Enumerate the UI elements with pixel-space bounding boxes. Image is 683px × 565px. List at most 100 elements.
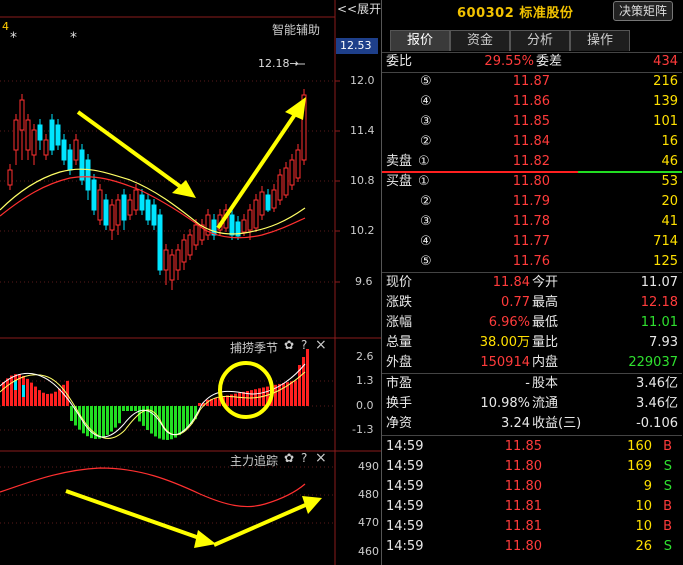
order-book-row: 买盘 ① 11.80 53 bbox=[382, 172, 682, 192]
tab-quote[interactable]: 报价 bbox=[390, 30, 450, 51]
candle bbox=[61, 139, 67, 161]
histogram-bar bbox=[126, 406, 129, 411]
decision-matrix-button[interactable]: 决策矩阵 bbox=[613, 1, 673, 21]
stat-label: 最高 bbox=[532, 295, 559, 310]
ask-volume: 101 bbox=[653, 114, 678, 129]
help-icon[interactable]: ? bbox=[301, 451, 307, 465]
tick-time: 14:59 bbox=[386, 439, 424, 454]
help-icon[interactable]: ? bbox=[301, 338, 307, 352]
order-level: ③ bbox=[420, 114, 432, 129]
candle bbox=[25, 119, 31, 151]
tab-funds[interactable]: 资金 bbox=[450, 30, 510, 51]
tick-row[interactable]: 14:59 11.80 169 S bbox=[382, 457, 682, 477]
stat-value: 3.46亿 bbox=[636, 376, 678, 391]
kline-chart-canvas[interactable] bbox=[0, 0, 381, 565]
histogram-bar bbox=[50, 393, 53, 406]
tick-side: S bbox=[663, 459, 672, 474]
indicator2-axis-tick: 480 bbox=[358, 488, 379, 501]
stat-label: 外盘 bbox=[386, 355, 413, 370]
histogram-bar bbox=[182, 406, 185, 432]
price-axis-tick: 9.6 bbox=[355, 275, 373, 288]
star-marker: * bbox=[10, 30, 17, 46]
indicator2-name[interactable]: 主力追踪 bbox=[230, 452, 278, 469]
kline-chart-pane[interactable]: 4 * * <<展开 智能辅助 12.53 12.18→ 12.0 11.4 1… bbox=[0, 0, 381, 565]
order-book-row: ③ 11.85 101 bbox=[382, 112, 682, 132]
indicator1-axis-tick: 0.0 bbox=[356, 399, 374, 412]
main-force-line bbox=[0, 467, 306, 508]
order-level: ⑤ bbox=[420, 254, 432, 269]
indicator1-axis-tick: 1.3 bbox=[356, 374, 374, 387]
tick-row[interactable]: 14:59 11.81 10 B bbox=[382, 497, 682, 517]
histogram-bar bbox=[58, 388, 61, 406]
tab-analysis[interactable]: 分析 bbox=[510, 30, 570, 51]
stat-value: 229037 bbox=[628, 355, 678, 370]
order-level: ① bbox=[418, 154, 430, 169]
candle bbox=[211, 219, 217, 236]
price-axis-tick: 11.4 bbox=[350, 124, 375, 137]
histogram-bar bbox=[294, 380, 297, 406]
quote-panel: 600302 标准股份 决策矩阵 报价 资金 分析 操作 委比 29.55% 委… bbox=[381, 0, 683, 565]
candle bbox=[31, 129, 37, 156]
histogram-bar bbox=[26, 378, 29, 406]
smart-assist-label[interactable]: 智能辅助 bbox=[272, 21, 320, 38]
close-icon[interactable]: × bbox=[315, 337, 327, 353]
histogram-bar bbox=[14, 374, 17, 406]
price-axis-tick: 10.2 bbox=[350, 224, 375, 237]
histogram-marker bbox=[22, 385, 25, 397]
order-diff-value: 434 bbox=[653, 54, 678, 69]
expand-button[interactable]: <<展开 bbox=[337, 0, 381, 17]
tick-side: B bbox=[663, 519, 672, 534]
histogram-bar bbox=[130, 406, 133, 411]
histogram-bar bbox=[306, 349, 309, 406]
tick-time: 14:59 bbox=[386, 459, 424, 474]
close-icon[interactable]: × bbox=[315, 450, 327, 466]
tick-price: 11.81 bbox=[504, 519, 542, 534]
candle bbox=[229, 214, 235, 236]
order-level: ⑤ bbox=[420, 74, 432, 89]
ask-volume: 216 bbox=[653, 74, 678, 89]
histogram-bar bbox=[2, 382, 5, 406]
ask-volume: 139 bbox=[653, 94, 678, 109]
yellow-arrows bbox=[65, 97, 322, 548]
candle bbox=[43, 139, 49, 156]
candle bbox=[109, 204, 115, 231]
stock-name: 标准股份 bbox=[519, 6, 574, 21]
candle bbox=[115, 199, 121, 226]
histogram-bar bbox=[282, 383, 285, 406]
indicator1-name[interactable]: 捕捞季节 bbox=[230, 339, 278, 356]
candle bbox=[163, 249, 169, 271]
stat-label: 量比 bbox=[532, 335, 559, 350]
stat-label: 净资 bbox=[386, 416, 413, 431]
histogram-bar bbox=[154, 406, 157, 437]
candle bbox=[295, 149, 301, 179]
order-diff-label: 委差 bbox=[536, 54, 563, 69]
tick-volume: 169 bbox=[627, 459, 652, 474]
stat-value: 150914 bbox=[480, 355, 530, 370]
tick-row[interactable]: 14:59 11.80 26 S bbox=[382, 537, 682, 557]
tick-row[interactable]: 14:59 11.80 9 S bbox=[382, 477, 682, 497]
stat-label: 内盘 bbox=[532, 355, 559, 370]
stat-label: 涨幅 bbox=[386, 315, 413, 330]
bid-volume: 41 bbox=[661, 214, 678, 229]
candle bbox=[55, 124, 61, 146]
catch-season-histogram bbox=[2, 349, 309, 440]
candle bbox=[139, 194, 145, 211]
tick-time: 14:59 bbox=[386, 499, 424, 514]
tick-row[interactable]: 14:59 11.81 10 B bbox=[382, 517, 682, 537]
stat-label: 流通 bbox=[532, 396, 559, 411]
tick-row[interactable]: 14:59 11.85 160 B bbox=[382, 437, 682, 457]
candle bbox=[91, 179, 97, 211]
gear-icon[interactable]: ✿ bbox=[284, 451, 294, 465]
bid-price: 11.80 bbox=[512, 174, 550, 189]
histogram-bar bbox=[166, 406, 169, 440]
tick-side: B bbox=[663, 439, 672, 454]
tick-price: 11.81 bbox=[504, 499, 542, 514]
tab-operation[interactable]: 操作 bbox=[570, 30, 630, 51]
candle bbox=[193, 224, 199, 246]
quote-tabs: 报价 资金 分析 操作 bbox=[390, 30, 634, 52]
bid-volume: 125 bbox=[653, 254, 678, 269]
candle bbox=[145, 199, 151, 221]
gear-icon[interactable]: ✿ bbox=[284, 338, 294, 352]
stat-row: 总量 38.00万 量比 7.93 bbox=[382, 333, 682, 353]
stat-value: 3.46亿 bbox=[636, 396, 678, 411]
